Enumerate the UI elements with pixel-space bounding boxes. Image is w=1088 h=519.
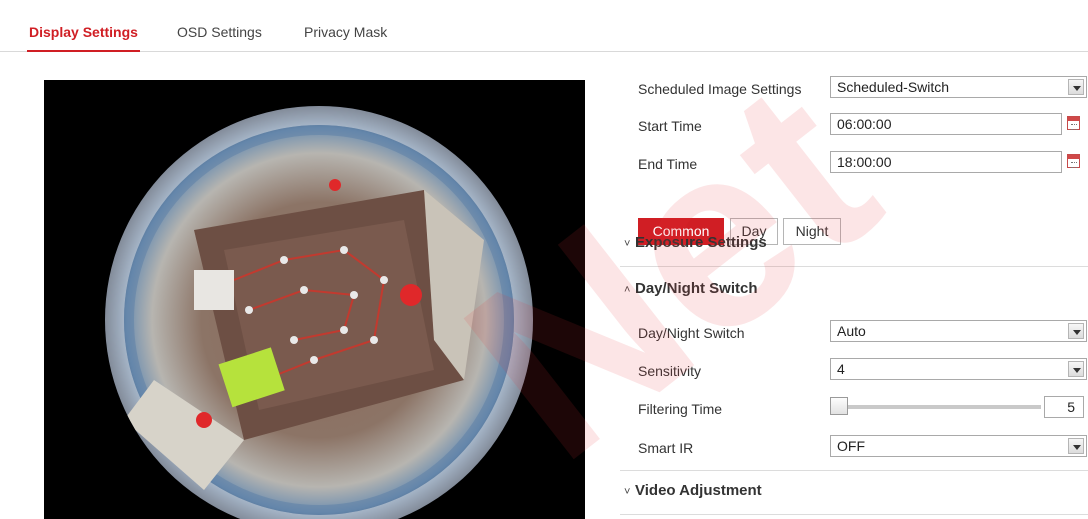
video-adjustment-header[interactable]: ˅ Video Adjustment [624, 482, 762, 499]
filtering-time-slider-track[interactable] [841, 405, 1041, 409]
filtering-time-label: Filtering Time [638, 401, 723, 417]
sensitivity-row: Sensitivity 4 [620, 358, 1088, 384]
day-night-switch-select[interactable]: Auto [830, 320, 1087, 342]
filtering-time-row: Filtering Time 5 [620, 396, 1088, 422]
live-preview[interactable] [44, 80, 585, 519]
end-time-field[interactable]: 18:00:00 [830, 151, 1062, 173]
exposure-settings-title: Exposure Settings [635, 234, 767, 251]
chevron-up-icon: ˄ [624, 284, 631, 296]
tab-osd-settings[interactable]: OSD Settings [177, 24, 262, 52]
scheduled-image-settings-select[interactable]: Scheduled-Switch [830, 76, 1087, 98]
start-time-label: Start Time [638, 118, 702, 134]
filtering-time-value[interactable]: 5 [1044, 396, 1084, 418]
chevron-down-icon[interactable] [1068, 79, 1084, 95]
smart-ir-label: Smart IR [638, 440, 694, 456]
scheduled-image-settings-row: Scheduled Image Settings Scheduled-Switc… [620, 76, 1088, 102]
tab-display-settings[interactable]: Display Settings [27, 24, 140, 52]
divider [620, 514, 1088, 515]
exposure-settings-section[interactable]: ˅ Exposure Settings [620, 228, 1088, 258]
chevron-down-icon[interactable] [1068, 361, 1084, 377]
video-adjustment-section[interactable]: ˅ Video Adjustment [620, 476, 1088, 506]
day-night-switch-header[interactable]: ˄ Day/Night Switch [624, 280, 758, 297]
calendar-icon[interactable] [1067, 116, 1080, 130]
settings-tab-bar: Display Settings OSD Settings Privacy Ma… [0, 0, 1088, 52]
sensitivity-select[interactable]: 4 [830, 358, 1087, 380]
day-night-switch-label: Day/Night Switch [638, 325, 745, 341]
smart-ir-select[interactable]: OFF [830, 435, 1087, 457]
day-night-switch-section[interactable]: ˄ Day/Night Switch [620, 274, 1088, 304]
divider [620, 266, 1088, 267]
day-night-switch-row: Day/Night Switch Auto [620, 320, 1088, 346]
day-night-switch-value: Auto [837, 323, 866, 339]
sensitivity-label: Sensitivity [638, 363, 702, 379]
video-adjustment-title: Video Adjustment [635, 482, 762, 499]
sensitivity-value: 4 [837, 361, 845, 377]
divider [620, 470, 1088, 471]
image-settings-panel: Scheduled Image Settings Scheduled-Switc… [620, 74, 1088, 519]
start-time-field[interactable]: 06:00:00 [830, 113, 1062, 135]
calendar-icon[interactable] [1067, 154, 1080, 168]
end-time-label: End Time [638, 156, 698, 172]
chevron-down-icon[interactable] [1068, 438, 1084, 454]
scheduled-image-settings-value: Scheduled-Switch [837, 79, 950, 95]
chevron-down-icon[interactable] [1068, 323, 1084, 339]
tab-privacy-mask[interactable]: Privacy Mask [304, 24, 387, 52]
smart-ir-row: Smart IR OFF [620, 435, 1088, 461]
filtering-time-slider-handle[interactable] [830, 397, 848, 415]
end-time-row: End Time 18:00:00 [620, 151, 1088, 177]
scheduled-image-settings-label: Scheduled Image Settings [638, 81, 802, 97]
start-time-row: Start Time 06:00:00 [620, 113, 1088, 139]
chevron-down-icon: ˅ [624, 238, 631, 250]
smart-ir-value: OFF [837, 438, 865, 454]
day-night-switch-title: Day/Night Switch [635, 280, 758, 297]
fisheye-image [105, 106, 533, 519]
chevron-down-icon: ˅ [624, 486, 631, 498]
exposure-settings-header[interactable]: ˅ Exposure Settings [624, 234, 767, 251]
